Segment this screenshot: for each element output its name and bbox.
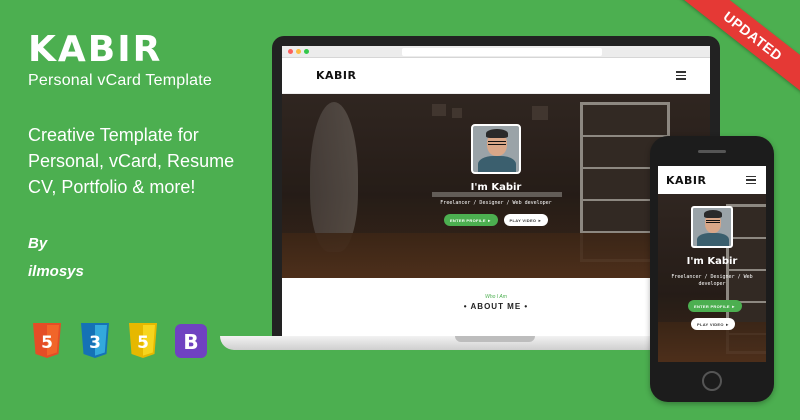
hero-section: I'm Kabir Freelancer / Designer / Web de… (282, 94, 710, 278)
about-title: • ABOUT ME • (463, 302, 529, 311)
phone-avatar (691, 206, 733, 248)
author-by: By (28, 235, 48, 252)
phone-hero-name: I'm Kabir (686, 256, 738, 267)
phone-hero-role: Freelancer / Designer / Web developer (671, 274, 753, 287)
svg-text:B: B (183, 330, 198, 354)
browser-toolbar (282, 46, 710, 58)
avatar (471, 124, 521, 174)
javascript-icon: 5 (126, 322, 160, 360)
hero-name: I'm Kabir (470, 182, 522, 193)
author-name: ilmosys (28, 263, 84, 280)
phone-speaker (698, 150, 726, 153)
site-navbar: KABIR (282, 58, 710, 94)
svg-text:5: 5 (137, 333, 149, 353)
css3-icon: 3 (78, 322, 112, 360)
maximize-dot-icon (304, 49, 309, 54)
svg-text:5: 5 (41, 333, 53, 353)
description-line: Creative Template for (28, 125, 199, 145)
description: Creative Template for Personal, vCard, R… (28, 122, 268, 200)
laptop-notch (455, 336, 535, 342)
about-kicker: Who I Am (485, 294, 507, 300)
phone-mockup: KABIR I'm Kabir Freelancer / Designer / … (650, 136, 774, 402)
bootstrap-icon: B (174, 322, 208, 360)
technology-badges: 5 3 5 B (30, 322, 208, 360)
hero-role: Freelancer / Designer / Web developer (440, 200, 552, 206)
phone-enter-profile-button[interactable]: ENTER PROFILE ► (688, 300, 742, 312)
hero-buttons: ENTER PROFILE ► PLAY VIDEO ► (282, 214, 710, 226)
play-video-button[interactable]: PLAY VIDEO ► (503, 214, 549, 226)
minimize-dot-icon (296, 49, 301, 54)
phone-site-logo: KABIR (666, 173, 707, 187)
phone-home-button (702, 371, 722, 391)
window-controls (288, 49, 309, 54)
description-line: CV, Portfolio & more! (28, 177, 196, 197)
site-logo: KABIR (316, 69, 357, 82)
enter-profile-button[interactable]: ENTER PROFILE ► (443, 214, 498, 226)
phone-hero-section: I'm Kabir Freelancer / Designer / Web de… (658, 194, 766, 362)
close-dot-icon (288, 49, 293, 54)
phone-screen: KABIR I'm Kabir Freelancer / Designer / … (658, 166, 766, 362)
hamburger-menu-icon (676, 71, 686, 80)
brand-title: KABIR (28, 29, 163, 70)
brand-subtitle: Personal vCard Template (28, 72, 212, 89)
address-bar (402, 48, 602, 56)
svg-text:3: 3 (89, 333, 101, 353)
author: By ilmosys (28, 230, 268, 286)
phone-play-video-button[interactable]: PLAY VIDEO ► (691, 318, 736, 330)
about-section: Who I Am • ABOUT ME • (282, 278, 710, 328)
html5-icon: 5 (30, 322, 64, 360)
description-line: Personal, vCard, Resume (28, 151, 235, 171)
phone-hamburger-menu-icon (746, 175, 756, 185)
promo-text: KABIR Personal vCard Template Creative T… (28, 30, 268, 286)
laptop-screen: KABIR I'm Kabir Freelancer / Designer / … (282, 46, 710, 336)
phone-navbar: KABIR (658, 166, 766, 194)
